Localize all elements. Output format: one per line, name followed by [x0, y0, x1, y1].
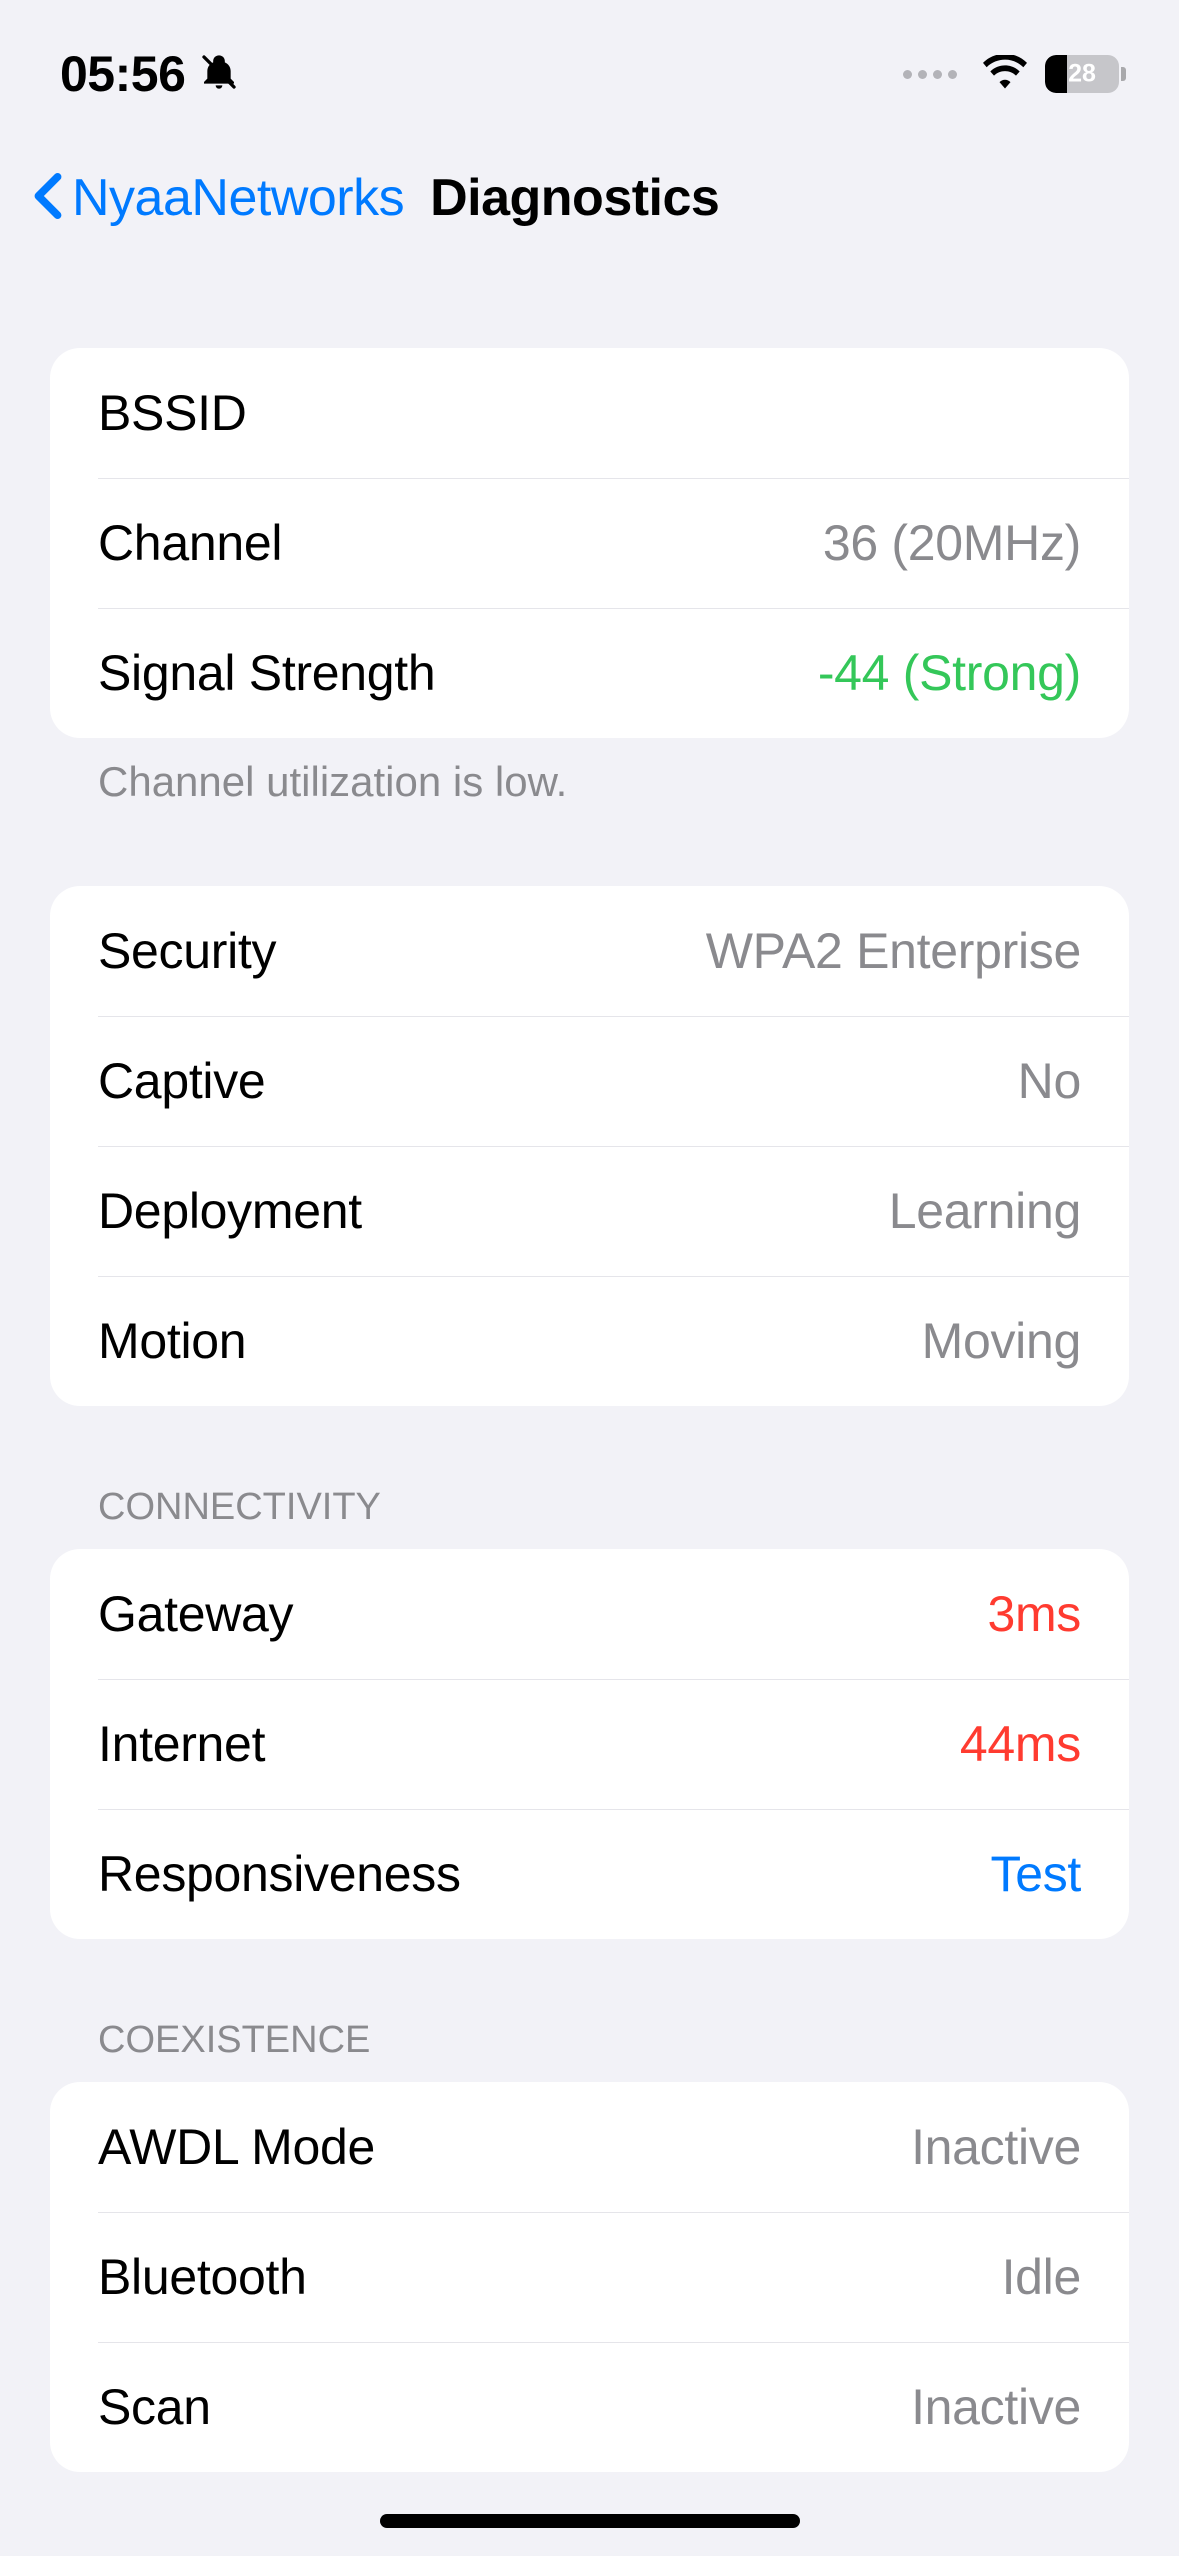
row-label: BSSID	[98, 384, 247, 442]
group-coexistence: AWDL Mode Inactive Bluetooth Idle Scan I…	[50, 2082, 1129, 2472]
row-label: Deployment	[98, 1182, 362, 1240]
back-chevron-icon[interactable]	[30, 173, 66, 224]
status-left: 05:56	[60, 45, 239, 103]
row-label: Motion	[98, 1312, 246, 1370]
row-label: Security	[98, 922, 276, 980]
row-value: Idle	[1002, 2248, 1081, 2306]
status-bar: 05:56 28	[0, 0, 1179, 120]
section-header: CONNECTIVITY	[50, 1486, 1129, 1549]
status-time: 05:56	[60, 45, 185, 103]
row-label: Signal Strength	[98, 644, 435, 702]
group-network-info: BSSID Channel 36 (20MHz) Signal Strength…	[50, 348, 1129, 738]
section-security: Security WPA2 Enterprise Captive No Depl…	[50, 886, 1129, 1406]
row-value: -44 (Strong)	[818, 644, 1081, 702]
row-scan[interactable]: Scan Inactive	[50, 2342, 1129, 2472]
row-label: Channel	[98, 514, 282, 572]
row-label: AWDL Mode	[98, 2118, 375, 2176]
content: BSSID Channel 36 (20MHz) Signal Strength…	[0, 348, 1179, 2472]
group-footer: Channel utilization is low.	[50, 738, 1129, 806]
row-gateway[interactable]: Gateway 3ms	[50, 1549, 1129, 1679]
row-value: 36 (20MHz)	[823, 514, 1081, 572]
bell-slash-icon	[199, 52, 239, 97]
row-label: Responsiveness	[98, 1845, 461, 1903]
row-value: Learning	[889, 1182, 1081, 1240]
row-value: Inactive	[911, 2118, 1081, 2176]
wifi-icon	[983, 55, 1027, 94]
group-security: Security WPA2 Enterprise Captive No Depl…	[50, 886, 1129, 1406]
section-coexistence: COEXISTENCE AWDL Mode Inactive Bluetooth…	[50, 2019, 1129, 2472]
row-value: 3ms	[987, 1585, 1081, 1643]
battery-level: 28	[1045, 60, 1119, 89]
row-channel[interactable]: Channel 36 (20MHz)	[50, 478, 1129, 608]
row-label: Internet	[98, 1715, 265, 1773]
row-security[interactable]: Security WPA2 Enterprise	[50, 886, 1129, 1016]
row-responsiveness[interactable]: Responsiveness Test	[50, 1809, 1129, 1939]
row-label: Gateway	[98, 1585, 293, 1643]
row-label: Bluetooth	[98, 2248, 307, 2306]
nav-bar: NyaaNetworks Diagnostics	[0, 120, 1179, 268]
row-motion[interactable]: Motion Moving	[50, 1276, 1129, 1406]
row-value: Moving	[922, 1312, 1081, 1370]
signal-dots-icon	[903, 70, 957, 79]
group-connectivity: Gateway 3ms Internet 44ms Responsiveness…	[50, 1549, 1129, 1939]
row-value: Inactive	[911, 2378, 1081, 2436]
page-title: Diagnostics	[430, 168, 719, 228]
row-internet[interactable]: Internet 44ms	[50, 1679, 1129, 1809]
row-signal-strength[interactable]: Signal Strength -44 (Strong)	[50, 608, 1129, 738]
row-label: Captive	[98, 1052, 265, 1110]
section-connectivity: CONNECTIVITY Gateway 3ms Internet 44ms R…	[50, 1486, 1129, 1939]
row-captive[interactable]: Captive No	[50, 1016, 1129, 1146]
test-button[interactable]: Test	[991, 1845, 1082, 1903]
back-button[interactable]: NyaaNetworks	[72, 168, 404, 228]
row-deployment[interactable]: Deployment Learning	[50, 1146, 1129, 1276]
home-indicator[interactable]	[380, 2514, 800, 2528]
row-label: Scan	[98, 2378, 211, 2436]
row-value: 44ms	[960, 1715, 1081, 1773]
battery-icon: 28	[1045, 54, 1129, 94]
row-bluetooth[interactable]: Bluetooth Idle	[50, 2212, 1129, 2342]
section-header: COEXISTENCE	[50, 2019, 1129, 2082]
row-awdl-mode[interactable]: AWDL Mode Inactive	[50, 2082, 1129, 2212]
status-right: 28	[903, 54, 1129, 94]
section-network-info: BSSID Channel 36 (20MHz) Signal Strength…	[50, 348, 1129, 806]
row-bssid[interactable]: BSSID	[50, 348, 1129, 478]
row-value: WPA2 Enterprise	[706, 922, 1081, 980]
row-value: No	[1018, 1052, 1081, 1110]
